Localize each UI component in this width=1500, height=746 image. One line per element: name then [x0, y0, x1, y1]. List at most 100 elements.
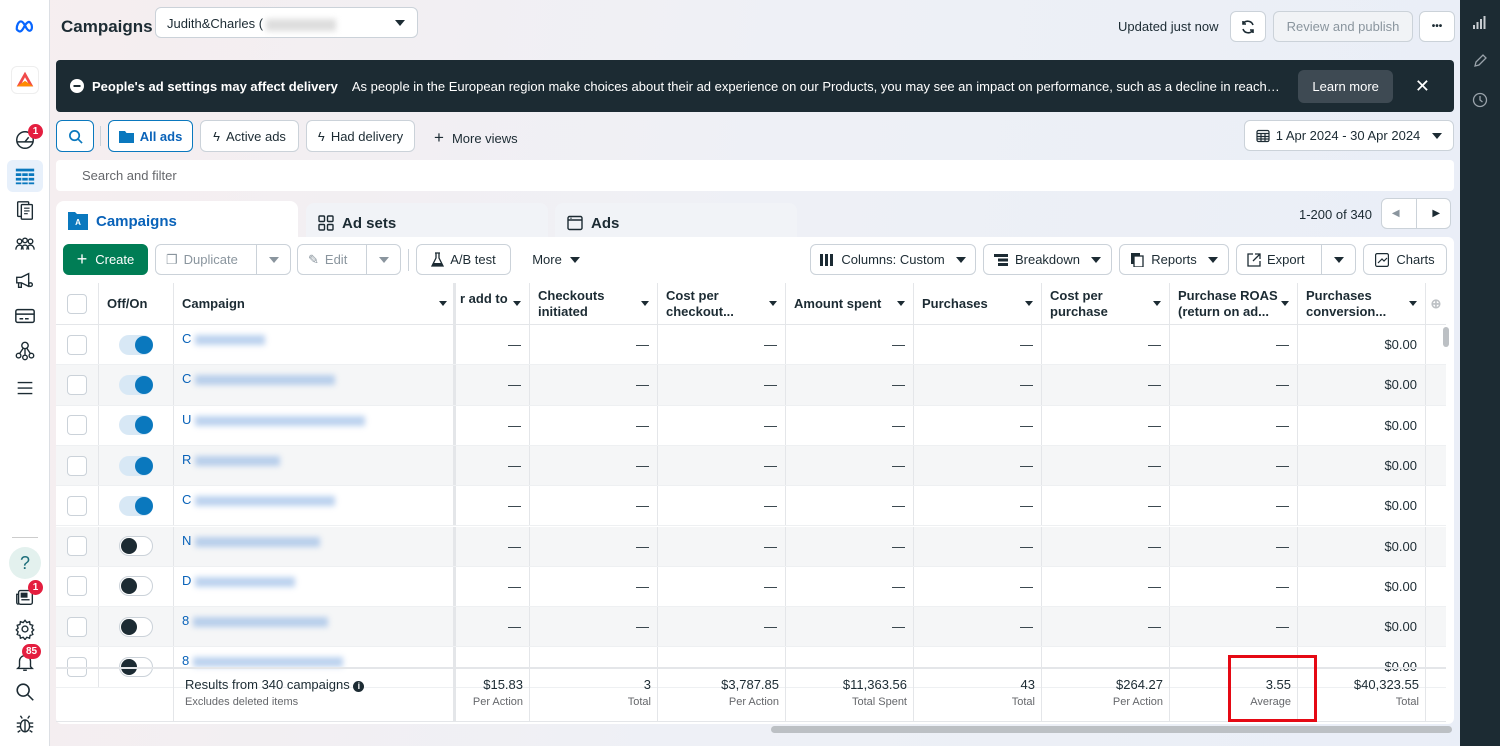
search-icon[interactable]: [13, 680, 37, 704]
horizontal-scrollbar[interactable]: [771, 726, 1452, 733]
reports-button[interactable]: Reports: [1119, 244, 1229, 275]
row-checkbox[interactable]: [67, 536, 87, 557]
export-button[interactable]: Export: [1237, 245, 1321, 274]
campaign-name-link[interactable]: 8: [174, 607, 456, 647]
campaign-toggle[interactable]: [119, 374, 153, 395]
bar-chart-icon[interactable]: [1472, 14, 1488, 33]
campaign-name-link[interactable]: C: [174, 365, 456, 405]
charts-button[interactable]: Charts: [1363, 244, 1447, 275]
table-row[interactable]: C — — — — — — — $0.00: [56, 365, 1446, 406]
summary-spacer: [56, 669, 174, 721]
view-all-ads[interactable]: All ads: [108, 120, 193, 152]
billing-card-icon[interactable]: [13, 304, 37, 328]
columns-button[interactable]: Columns: Custom: [810, 244, 976, 275]
date-range-picker[interactable]: 1 Apr 2024 - 30 Apr 2024: [1244, 120, 1454, 151]
campaign-toggle[interactable]: [119, 495, 153, 516]
row-checkbox[interactable]: [67, 374, 87, 395]
view-had-delivery[interactable]: ϟ Had delivery: [306, 120, 415, 152]
notifications-bell-icon[interactable]: 85: [13, 644, 42, 674]
meta-logo-icon[interactable]: [13, 14, 37, 38]
campaign-name-link[interactable]: C: [174, 486, 456, 526]
col-header-off-on[interactable]: Off/On: [99, 283, 174, 324]
col-header-cost-per-purchase[interactable]: Cost per purchase: [1042, 283, 1170, 324]
views-search-button[interactable]: [56, 120, 94, 152]
edit-button[interactable]: ✎ Edit: [298, 245, 366, 274]
table-row[interactable]: 8— — — — — — — $0.00: [56, 607, 1446, 648]
breakdown-button[interactable]: Breakdown: [983, 244, 1112, 275]
row-checkbox[interactable]: [67, 576, 87, 597]
metric-cell: —: [786, 405, 914, 445]
campaign-name-link[interactable]: R: [174, 445, 456, 486]
pencil-icon[interactable]: [1472, 53, 1488, 72]
col-header-add-to-cart[interactable]: r add to: [456, 283, 530, 324]
ads-manager-app-icon[interactable]: [11, 66, 39, 94]
row-checkbox[interactable]: [67, 415, 87, 436]
account-selector[interactable]: Judith&Charles (: [155, 7, 418, 38]
search-and-filter-input[interactable]: Search and filter: [56, 160, 1454, 191]
campaign-name-link[interactable]: N: [174, 526, 456, 566]
table-row[interactable]: R — — — — — — — $0.00: [56, 445, 1446, 487]
help-icon[interactable]: ?: [9, 547, 41, 579]
bug-report-icon[interactable]: [13, 712, 37, 736]
col-header-purchases-conversion[interactable]: Purchases conversion...: [1298, 283, 1426, 324]
table-row[interactable]: D — — — — — — — $0.00: [56, 566, 1446, 608]
campaign-toggle[interactable]: [119, 334, 153, 355]
audiences-icon[interactable]: [13, 233, 37, 257]
refresh-button[interactable]: [1230, 11, 1266, 42]
row-checkbox[interactable]: [67, 455, 87, 476]
export-icon: [1247, 252, 1261, 267]
campaign-name-link[interactable]: D: [174, 566, 456, 607]
pages-icon[interactable]: [13, 198, 37, 222]
select-all-checkbox[interactable]: [67, 293, 87, 314]
duplicate-button[interactable]: ❐ Duplicate: [156, 245, 256, 274]
table-row[interactable]: C — — — — — — — $0.00: [56, 486, 1446, 527]
edit-dropdown[interactable]: [367, 245, 400, 274]
more-options-button[interactable]: •••: [1419, 11, 1455, 42]
ad-settings-megaphone-icon[interactable]: [13, 268, 37, 292]
ab-test-button[interactable]: A/B test: [416, 244, 511, 275]
export-dropdown[interactable]: [1322, 245, 1355, 274]
campaign-toggle[interactable]: [119, 455, 153, 476]
row-checkbox[interactable]: [67, 616, 87, 637]
add-column-icon[interactable]: ⊕: [1426, 283, 1446, 324]
table-row[interactable]: U — — — — — — — $0.00: [56, 405, 1446, 446]
news-feed-icon[interactable]: 1: [13, 580, 43, 609]
campaign-toggle[interactable]: [119, 616, 153, 637]
col-header-cost-per-checkout[interactable]: Cost per checkout...: [658, 283, 786, 324]
menu-icon[interactable]: [13, 376, 37, 400]
business-structure-icon[interactable]: [13, 339, 37, 363]
campaign-name-link[interactable]: U: [174, 405, 456, 445]
col-header-purchases[interactable]: Purchases: [914, 283, 1042, 324]
toggle-cell: [99, 325, 174, 365]
col-header-amount-spent[interactable]: Amount spent: [786, 283, 914, 324]
more-views-button[interactable]: + More views: [434, 128, 518, 148]
history-clock-icon[interactable]: [1472, 92, 1488, 111]
table-row[interactable]: C — — — — — — — $0.00: [56, 325, 1446, 366]
more-actions-button[interactable]: More: [520, 244, 592, 275]
campaign-name-link[interactable]: C: [174, 325, 456, 365]
campaign-toggle[interactable]: [119, 536, 153, 557]
review-and-publish-button[interactable]: Review and publish: [1273, 11, 1413, 42]
table-row[interactable]: N — — — — — — — $0.00: [56, 526, 1446, 567]
view-active-ads[interactable]: ϟ Active ads: [200, 120, 299, 152]
settings-gear-icon[interactable]: [13, 617, 37, 641]
close-banner-icon[interactable]: ✕: [1415, 76, 1430, 97]
campaigns-table-icon[interactable]: [7, 160, 43, 192]
duplicate-dropdown[interactable]: [257, 245, 290, 274]
campaign-toggle[interactable]: [119, 576, 153, 597]
row-checkbox[interactable]: [67, 495, 87, 516]
col-header-purchase-roas[interactable]: Purchase ROAS (return on ad...: [1170, 283, 1298, 324]
learn-more-button[interactable]: Learn more: [1298, 69, 1393, 103]
create-button[interactable]: + Create: [63, 244, 148, 275]
row-checkbox[interactable]: [67, 334, 87, 355]
campaign-toggle[interactable]: [119, 415, 153, 436]
col-header-checkouts-initiated[interactable]: Checkouts initiated: [530, 283, 658, 324]
col-header-campaign[interactable]: Campaign: [174, 283, 456, 324]
alerts-badge: 85: [22, 644, 42, 659]
tab-campaigns[interactable]: A Campaigns: [56, 201, 298, 241]
next-page-button[interactable]: ▶: [1423, 208, 1451, 219]
vertical-scrollbar[interactable]: [1443, 327, 1449, 347]
info-icon[interactable]: i: [353, 681, 365, 692]
previous-page-button[interactable]: ◀: [1382, 208, 1410, 219]
performance-gauge-icon[interactable]: 1: [13, 124, 43, 152]
